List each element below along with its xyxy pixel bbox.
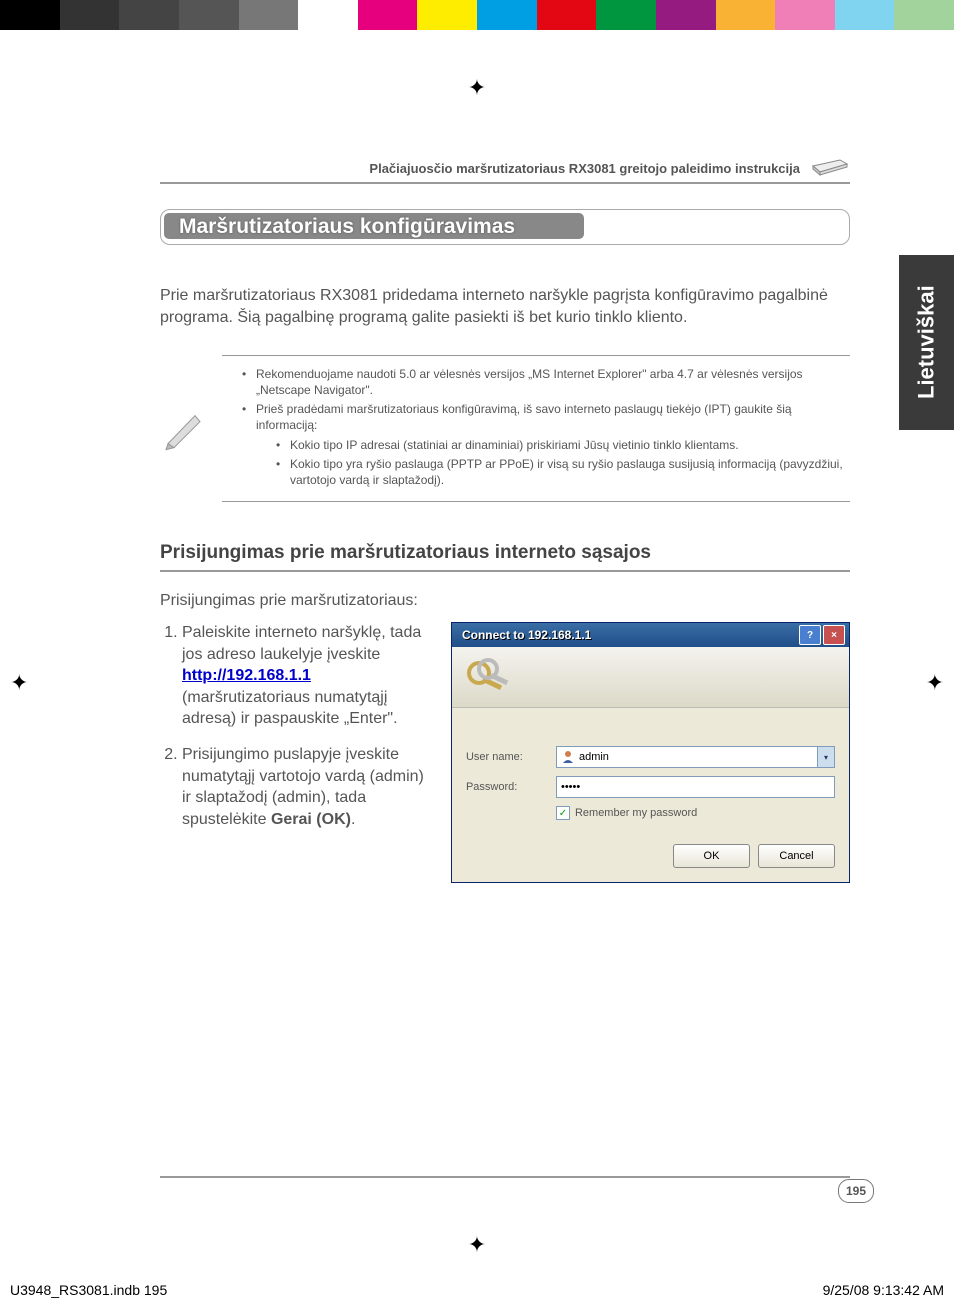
note-item: Prieš pradėdami maršrutizatoriaus konfig… — [242, 401, 850, 433]
registration-mark-icon: ✦ — [10, 670, 28, 696]
print-meta-right: 9/25/08 9:13:42 AM — [823, 1282, 944, 1298]
section-heading: Maršrutizatoriaus konfigūravimas — [179, 215, 515, 239]
subsection-heading: Prisijungimas prie maršrutizatoriaus int… — [160, 542, 850, 572]
page-number: 195 — [838, 1179, 874, 1203]
intro-paragraph: Prie maršrutizatoriaus RX3081 pridedama … — [160, 285, 850, 330]
cancel-button[interactable]: Cancel — [758, 844, 835, 868]
keys-icon — [464, 655, 512, 699]
note-pen-icon — [160, 355, 210, 502]
help-button[interactable]: ? — [799, 625, 821, 645]
color-calibration-bar — [0, 0, 954, 30]
note-item: Rekomenduojame naudoti 5.0 ar vėlesnės v… — [242, 366, 850, 398]
dialog-title: Connect to 192.168.1.1 — [456, 628, 797, 642]
note-subitem: Kokio tipo yra ryšio paslauga (PPTP ar P… — [276, 456, 850, 488]
username-field[interactable]: admin ▾ — [556, 746, 835, 768]
step-item: Paleiskite interneto naršyklę, tada jos … — [182, 622, 433, 730]
password-field[interactable]: ••••• — [556, 776, 835, 798]
paragraph: Prisijungimas prie maršrutizatoriaus: — [160, 592, 850, 610]
registration-mark-icon: ✦ — [926, 670, 944, 696]
close-button[interactable]: × — [823, 625, 845, 645]
user-icon — [561, 750, 575, 764]
dropdown-icon[interactable]: ▾ — [817, 747, 834, 767]
remember-label: Remember my password — [575, 807, 697, 819]
page-header-title: Plačiajuosčio maršrutizatoriaus RX3081 g… — [160, 161, 810, 176]
router-icon — [810, 150, 850, 176]
language-tab: Lietuviškai — [899, 255, 954, 430]
step-item: Prisijungimo puslapyje įveskite numatytą… — [182, 744, 433, 830]
login-dialog: Connect to 192.168.1.1 ? × User name: ad… — [451, 622, 850, 883]
router-url-link[interactable]: http://192.168.1.1 — [182, 667, 311, 684]
remember-checkbox[interactable]: ✓ — [556, 806, 570, 820]
note-subitem: Kokio tipo IP adresai (statiniai ar dina… — [276, 437, 850, 453]
registration-mark-icon: ✦ — [468, 75, 486, 101]
password-label: Password: — [466, 781, 556, 793]
print-meta-left: U3948_RS3081.indb 195 — [10, 1282, 167, 1298]
username-label: User name: — [466, 751, 556, 763]
registration-mark-icon: ✦ — [468, 1232, 486, 1258]
ok-button[interactable]: OK — [673, 844, 750, 868]
